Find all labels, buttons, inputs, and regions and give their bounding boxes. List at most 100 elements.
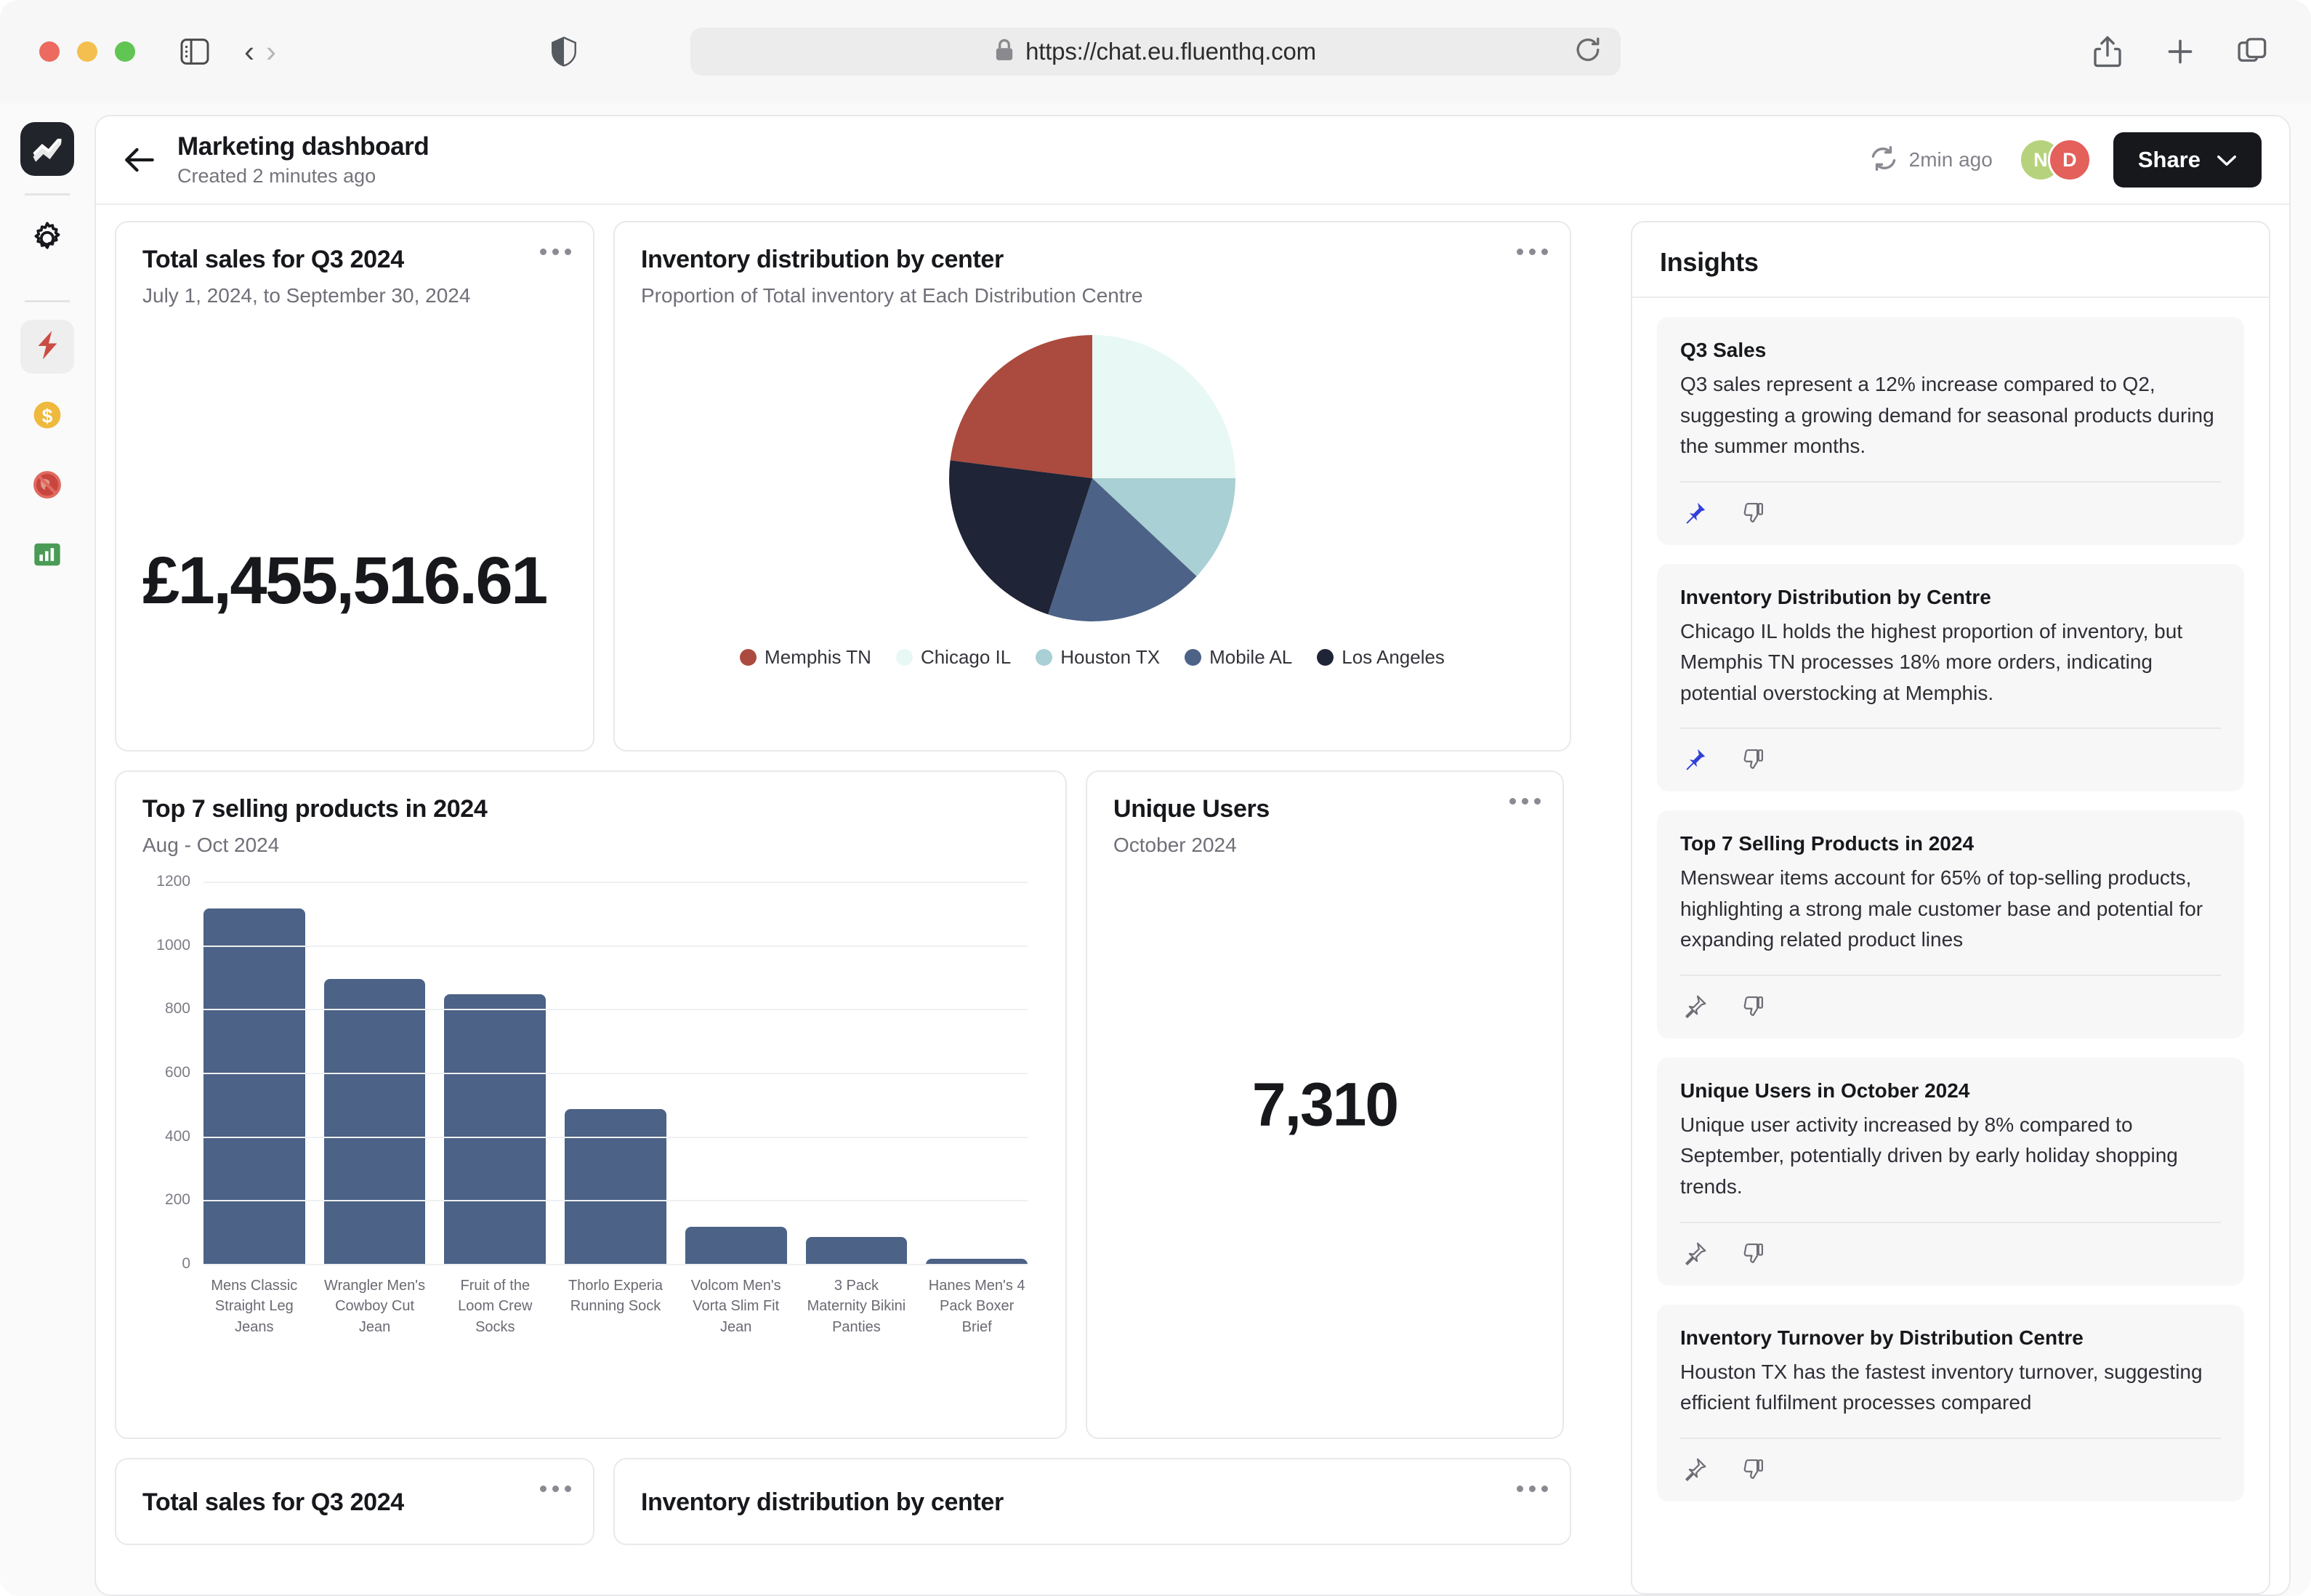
legend-swatch: [1317, 649, 1334, 666]
insight-card[interactable]: Q3 Sales Q3 sales represent a 12% increas…: [1657, 317, 2244, 545]
y-axis-tick: 800: [164, 1000, 190, 1017]
bar-column[interactable]: [203, 883, 305, 1265]
dashboard-header: Marketing dashboard Created 2 minutes ag…: [96, 116, 2289, 205]
plus-icon[interactable]: [2161, 33, 2199, 70]
bar[interactable]: [805, 1236, 908, 1265]
insight-actions: [1680, 974, 2221, 1039]
avatar[interactable]: D: [2047, 138, 2092, 182]
close-window-button[interactable]: [39, 41, 60, 62]
pin-icon[interactable]: [1680, 745, 1709, 774]
pie-slice[interactable]: [950, 335, 1092, 478]
tab-overview-icon[interactable]: [2234, 33, 2272, 70]
y-axis-tick: 0: [182, 1255, 190, 1272]
shield-icon[interactable]: [545, 33, 583, 70]
thumbs-down-icon[interactable]: [1738, 745, 1767, 774]
card-inventory-distribution[interactable]: Inventory distribution by center Proport…: [613, 221, 1571, 751]
legend-swatch: [1036, 649, 1053, 666]
legend-item[interactable]: Chicago IL: [895, 646, 1011, 669]
pin-icon[interactable]: [1680, 1455, 1709, 1484]
total-sales-value: £1,455,516.61: [142, 544, 548, 618]
dashboard-body: Total sales for Q3 2024 July 1, 2024, to…: [96, 205, 2289, 1595]
share-icon[interactable]: [2089, 33, 2126, 70]
refresh-status[interactable]: 2min ago: [1869, 144, 1993, 177]
insight-body: Houston TX has the fastest inventory tur…: [1680, 1360, 2203, 1414]
insight-body: Chicago IL holds the highest proportion …: [1680, 619, 2183, 704]
minimize-window-button[interactable]: [77, 41, 97, 62]
toolbar-right-actions: [2089, 33, 2272, 70]
rail-item-analytics[interactable]: [20, 529, 74, 583]
gridline: 800: [165, 1000, 1028, 1017]
navigation-arrows: ‹ ›: [244, 36, 276, 67]
more-options-icon[interactable]: [1509, 798, 1541, 805]
card-subtitle: Aug - Oct 2024: [142, 834, 280, 856]
rail-item-settings[interactable]: [20, 213, 74, 267]
pin-icon[interactable]: [1680, 499, 1709, 528]
legend-item[interactable]: Houston TX: [1036, 646, 1160, 669]
pie-chart: [641, 332, 1544, 624]
bar-column[interactable]: [685, 883, 787, 1265]
more-options-icon[interactable]: [1517, 1486, 1548, 1492]
pie-chart-legend: Memphis TN Chicago IL Houston TX Mobile AL L…: [641, 646, 1544, 669]
x-axis-label: Volcom Men's Vorta Slim Fit Jean: [690, 1278, 781, 1335]
bar[interactable]: [444, 994, 547, 1265]
pie-slice[interactable]: [1092, 335, 1235, 478]
card-total-sales[interactable]: Total sales for Q3 2024 July 1, 2024, to…: [115, 221, 594, 751]
address-bar[interactable]: https://chat.eu.fluenthq.com: [690, 28, 1621, 76]
card-title: Top 7 selling products in 2024: [142, 795, 488, 823]
insight-card[interactable]: Top 7 Selling Products in 2024 Menswear i…: [1657, 810, 2244, 1039]
bar-column[interactable]: [805, 883, 908, 1265]
bar-column[interactable]: [926, 883, 1028, 1265]
share-button-label: Share: [2137, 147, 2201, 172]
bar-column[interactable]: [323, 883, 426, 1265]
insight-card[interactable]: Inventory Turnover by Distribution Centr…: [1657, 1304, 2244, 1502]
rail-item-finance[interactable]: $: [20, 390, 74, 443]
reload-icon[interactable]: [1574, 36, 1602, 68]
thumbs-down-icon[interactable]: [1738, 499, 1767, 528]
rail-item-automations[interactable]: [20, 320, 74, 374]
more-options-icon[interactable]: [1517, 249, 1548, 255]
thumbs-down-icon[interactable]: [1738, 1239, 1767, 1268]
gridline: 1000: [156, 937, 1028, 954]
insights-panel: Insights Q3 Sales Q3 sales represent a 12…: [1631, 221, 2270, 1595]
card-unique-users[interactable]: Unique Users October 2024 7,310: [1086, 770, 1564, 1439]
legend-item[interactable]: Los Angeles: [1317, 646, 1445, 669]
bar-chart-plot: 0 200 400 600 800 1000 1200: [156, 873, 1028, 1272]
gridline: 1200: [156, 873, 1028, 890]
thumbs-down-icon[interactable]: [1738, 1455, 1767, 1484]
rail-item-regions[interactable]: [20, 459, 74, 513]
x-axis-label: Thorlo Experia Running Sock: [568, 1278, 664, 1315]
forward-button[interactable]: ›: [266, 36, 276, 67]
sidebar-toggle-icon[interactable]: [176, 33, 214, 70]
bar-column[interactable]: [444, 883, 547, 1265]
lock-icon: [995, 39, 1014, 65]
card-top-products[interactable]: Top 7 selling products in 2024 Aug - Oct…: [115, 770, 1067, 1439]
more-options-icon[interactable]: [540, 1486, 571, 1492]
fluent-logo-icon[interactable]: [20, 122, 74, 176]
thumbs-down-icon[interactable]: [1738, 992, 1767, 1021]
insight-body: Q3 sales represent a 12% increase compar…: [1680, 373, 2214, 458]
gear-icon: [31, 221, 64, 259]
card-inventory-secondary[interactable]: Inventory distribution by center: [613, 1458, 1571, 1545]
bar[interactable]: [323, 978, 426, 1265]
insights-title: Insights: [1660, 247, 1759, 277]
share-button[interactable]: Share: [2113, 132, 2262, 188]
bar[interactable]: [565, 1109, 666, 1265]
pin-icon[interactable]: [1680, 992, 1709, 1021]
maximize-window-button[interactable]: [115, 41, 135, 62]
more-options-icon[interactable]: [540, 249, 571, 255]
insight-card[interactable]: Inventory Distribution by Centre Chicago …: [1657, 563, 2244, 792]
legend-item[interactable]: Memphis TN: [740, 646, 871, 669]
bar-column[interactable]: [565, 883, 666, 1265]
insights-list: Q3 Sales Q3 sales represent a 12% increas…: [1632, 298, 2269, 1593]
insights-header: Insights: [1632, 222, 2269, 298]
pin-icon[interactable]: [1680, 1239, 1709, 1268]
bar[interactable]: [203, 908, 305, 1265]
legend-item[interactable]: Mobile AL: [1185, 646, 1292, 669]
insight-card[interactable]: Unique Users in October 2024 Unique user …: [1657, 1057, 2244, 1286]
back-button[interactable]: ‹: [244, 36, 254, 67]
card-total-sales-secondary[interactable]: Total sales for Q3 2024: [115, 1458, 594, 1545]
arrow-left-icon[interactable]: [119, 140, 160, 180]
insight-title: Unique Users in October 2024: [1680, 1079, 1970, 1102]
left-rail: $: [0, 103, 94, 1596]
bar[interactable]: [685, 1227, 787, 1265]
